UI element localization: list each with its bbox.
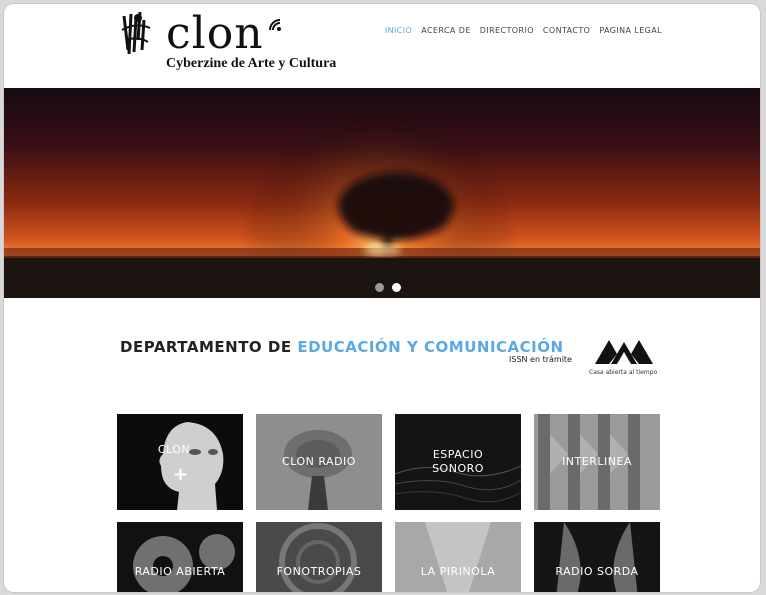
- uam-mark-icon: [595, 340, 653, 364]
- plus-icon: +: [173, 464, 189, 485]
- spinning-top-image: [425, 522, 491, 592]
- nav-item-inicio[interactable]: INICIO: [385, 26, 412, 35]
- tile-interlinea[interactable]: INTERLINEA: [534, 414, 660, 510]
- tile-fonotropias[interactable]: FONOTROPIAS: [256, 522, 382, 592]
- browser-frame: clon Cyberzine de Arte y Cultura INICIO …: [4, 4, 760, 592]
- sunset-tree-image: [4, 88, 760, 298]
- hero-slider[interactable]: [4, 88, 760, 298]
- tile-label: RADIO SORDA: [555, 565, 639, 578]
- clon-figure-icon: [121, 11, 151, 55]
- tile-radio-abierta[interactable]: RADIO ABIERTA: [117, 522, 243, 592]
- nav-item-acerca-de[interactable]: ACERCA DE: [421, 26, 471, 35]
- tile-label: INTERLINEA: [562, 455, 632, 468]
- department-prefix: DEPARTAMENTO DE: [120, 338, 292, 356]
- gear-image: [133, 534, 235, 592]
- tile-label: CLON: [157, 443, 191, 456]
- face-silhouette-image: [159, 422, 224, 510]
- tile-clon[interactable]: CLON +: [117, 414, 243, 510]
- department-heading: DEPARTAMENTO DE EDUCACIÓN Y COMUNICACIÓN: [120, 338, 564, 356]
- main-nav: INICIO ACERCA DE DIRECTORIO CONTACTO PAG…: [385, 26, 662, 35]
- tile-clon-radio[interactable]: CLON RADIO: [256, 414, 382, 510]
- hands-image: [556, 522, 638, 592]
- logo-tagline: Cyberzine de Arte y Cultura: [166, 56, 337, 71]
- uam-logo[interactable]: Casa abierta al tiempo: [589, 338, 659, 382]
- nav-item-pagina-legal[interactable]: PAGINA LEGAL: [599, 26, 662, 35]
- tile-label: ESPACIO SONORO: [432, 448, 484, 475]
- issn-text: ISSN en trámite: [509, 355, 572, 364]
- nav-item-contacto[interactable]: CONTACTO: [543, 26, 590, 35]
- department-highlight: EDUCACIÓN Y COMUNICACIÓN: [297, 338, 564, 356]
- tile-label: RADIO ABIERTA: [134, 565, 226, 578]
- slider-dot-1[interactable]: [375, 283, 384, 292]
- rings-image: [279, 523, 357, 592]
- slider-dots: [375, 283, 401, 292]
- slider-dot-2[interactable]: [392, 283, 401, 292]
- logo-wordmark: clon: [166, 8, 264, 59]
- tile-la-pirinola[interactable]: LA PIRINOLA: [395, 522, 521, 592]
- tile-label: LA PIRINOLA: [420, 565, 496, 578]
- site-header: clon Cyberzine de Arte y Cultura INICIO …: [4, 4, 760, 88]
- tile-label: FONOTROPIAS: [276, 565, 362, 578]
- nav-item-directorio[interactable]: DIRECTORIO: [480, 26, 534, 35]
- tile-espacio-sonoro[interactable]: ESPACIO SONORO: [395, 414, 521, 510]
- tile-label: CLON RADIO: [282, 455, 356, 468]
- tile-radio-sorda[interactable]: RADIO SORDA: [534, 522, 660, 592]
- site-logo[interactable]: clon Cyberzine de Arte y Cultura: [116, 8, 336, 76]
- signal-icon: [269, 19, 281, 31]
- uam-motto: Casa abierta al tiempo: [589, 369, 658, 376]
